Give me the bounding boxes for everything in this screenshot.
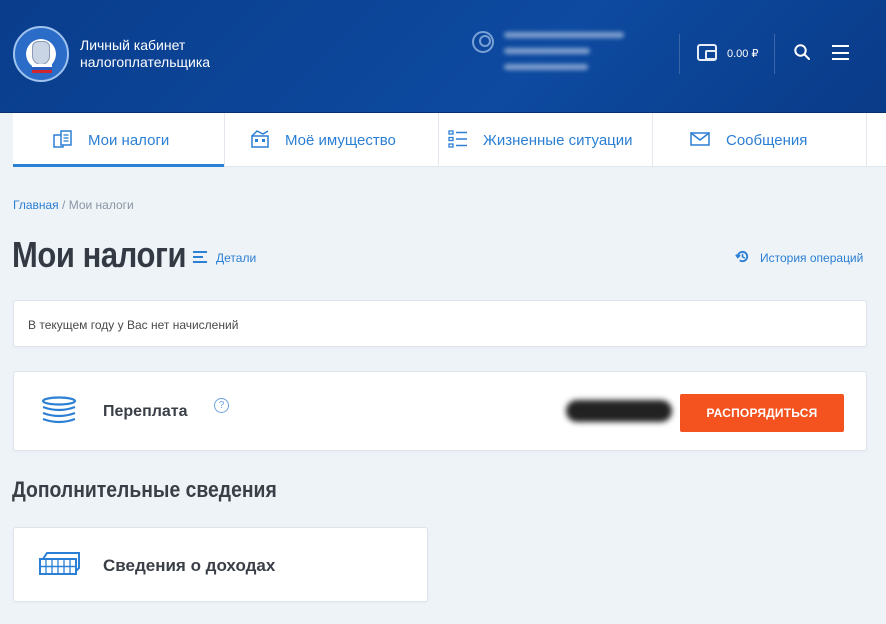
breadcrumb-current: Мои налоги [68,198,134,212]
tab-messages[interactable]: Сообщения [653,113,867,166]
search-icon[interactable] [794,44,810,60]
history-icon[interactable] [735,249,750,264]
user-icon[interactable] [472,31,494,53]
tab-label: Мои налоги [88,132,170,149]
amount-redacted [566,400,672,422]
wallet-icon[interactable] [697,44,717,61]
money-stack-icon [39,552,80,575]
balance[interactable]: 0.00 ₽ [727,47,758,60]
income-card-title: Сведения о доходах [103,556,276,575]
tab-my-taxes[interactable]: Мои налоги [13,113,225,167]
list-icon [448,130,467,148]
tab-label: Сообщения [726,132,808,149]
user-info-redacted[interactable] [504,26,630,78]
breadcrumb-separator: / [58,198,69,212]
tax-docs-icon [53,130,72,148]
app-title-line2: налогоплательщика [80,54,211,70]
details-icon[interactable] [193,251,207,263]
app-title[interactable]: Личный кабинет налогоплательщика [80,37,210,71]
details-link[interactable]: Детали [216,251,256,265]
emblem-icon [32,41,50,65]
dispose-button[interactable]: РАСПОРЯДИТЬСЯ [680,394,844,432]
overpayment-card: Переплата ? РАСПОРЯДИТЬСЯ [13,371,867,451]
menu-icon[interactable] [832,45,849,60]
envelope-icon [690,132,710,146]
coins-icon [41,396,77,424]
breadcrumb-home[interactable]: Главная [13,198,59,212]
notice-card: В текущем году у Вас нет начислений [13,300,867,347]
flag-icon [32,64,52,73]
section-title: Дополнительные сведения [12,477,277,502]
breadcrumb: Главная / Мои налоги [13,198,134,212]
tab-life-situations[interactable]: Жизненные ситуации [439,113,653,166]
divider [774,34,775,74]
income-card[interactable]: Сведения о доходах [13,527,428,602]
notice-text: В текущем году у Вас нет начислений [28,318,239,332]
history-link[interactable]: История операций [760,251,863,265]
property-icon [251,130,269,148]
header: Личный кабинет налогоплательщика 0.00 ₽ [0,0,886,113]
fns-logo[interactable] [13,26,69,82]
tab-label: Моё имущество [285,132,396,149]
divider [679,34,680,74]
main-nav: Мои налоги Моё имущество Жизненные ситуа… [13,113,886,167]
tab-label: Жизненные ситуации [483,132,633,149]
app-title-line1: Личный кабинет [80,37,186,53]
page-title: Мои налоги [12,234,187,275]
tab-my-property[interactable]: Моё имущество [225,113,439,166]
overpayment-title: Переплата [103,403,188,420]
help-icon[interactable]: ? [214,398,229,413]
